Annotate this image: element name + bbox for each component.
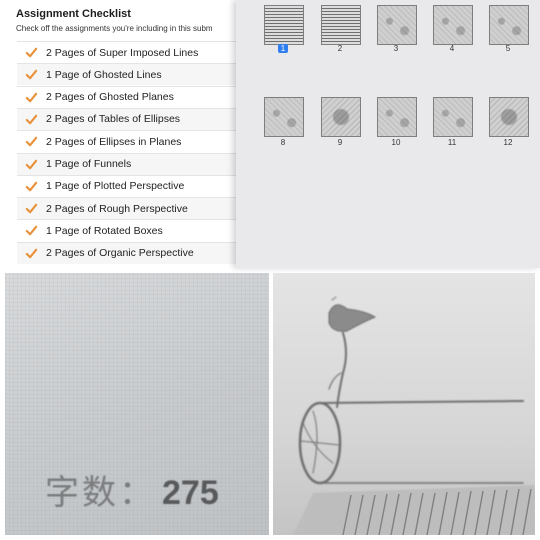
checkmark-icon[interactable] — [25, 247, 38, 260]
checklist-item-label: 2 Pages of Rough Perspective — [46, 202, 188, 215]
page-number-text: 3 — [393, 44, 399, 53]
checkmark-icon[interactable] — [25, 158, 38, 171]
page-thumbnail[interactable] — [264, 97, 304, 137]
checklist-item[interactable]: 1 Page of Plotted Perspective — [17, 174, 236, 197]
checklist-item-label: 1 Page of Plotted Perspective — [46, 180, 185, 193]
checklist-item-label: 1 Page of Funnels — [46, 158, 132, 170]
bird-shape — [328, 304, 377, 332]
page-thumbnail[interactable] — [264, 5, 304, 45]
page-thumbnail-grid: 1 2 3 4 5 8 9 10 11 12 — [236, 0, 540, 268]
checklist-title: Assignment Checklist — [16, 8, 131, 20]
checkmark-icon[interactable] — [25, 46, 38, 59]
page-number-text: 8 — [280, 138, 286, 147]
pencil-sketch-drawing — [293, 296, 535, 535]
page-number-text: 1 — [277, 44, 289, 53]
page-thumbnail[interactable] — [489, 5, 529, 45]
checkmark-icon[interactable] — [25, 180, 38, 193]
page-thumbnail[interactable] — [433, 5, 473, 45]
checklist-item[interactable]: 2 Pages of Ghosted Planes — [17, 85, 236, 108]
assignment-checklist-panel: Assignment Checklist Check off the assig… — [0, 0, 236, 268]
page-number-label: 10 — [377, 138, 415, 147]
page-number-text: 5 — [505, 44, 511, 53]
page-thumbnail[interactable] — [433, 97, 473, 137]
page-number-text: 4 — [449, 44, 455, 53]
checklist-item-label: 2 Pages of Super Imposed Lines — [46, 46, 199, 59]
checklist-item[interactable]: 2 Pages of Super Imposed Lines — [17, 41, 236, 63]
page-number-text: 2 — [337, 44, 343, 53]
page-number-label: 5 — [489, 44, 527, 53]
page-number-label: 12 — [489, 138, 527, 147]
page-number-label: 9 — [321, 138, 359, 147]
checklist-item-label: 1 Page of Ghosted Lines — [46, 68, 162, 81]
checkmark-icon[interactable] — [25, 113, 38, 126]
checklist-item-label: 2 Pages of Ghosted Planes — [46, 91, 174, 104]
page-thumbnail[interactable] — [377, 97, 417, 137]
checklist-item-label: 2 Pages of Tables of Ellipses — [46, 113, 181, 126]
page-number-label: 2 — [321, 44, 359, 53]
word-count-label: 字数： — [45, 473, 156, 513]
checklist-item-label: 2 Pages of Ellipses in Planes — [46, 135, 182, 148]
checkmark-icon[interactable] — [25, 135, 38, 148]
checklist-item-label: 2 Pages of Organic Perspective — [46, 247, 194, 260]
checklist-item[interactable]: 1 Page of Rotated Boxes — [17, 219, 236, 241]
page-number-label: 11 — [433, 138, 471, 147]
checkmark-icon[interactable] — [25, 91, 38, 104]
checkmark-icon[interactable] — [25, 68, 38, 81]
checklist-item-label: 1 Page of Rotated Boxes — [46, 224, 163, 237]
page-number-label: 4 — [433, 44, 471, 53]
checkmark-icon[interactable] — [25, 224, 38, 237]
checklist-item[interactable]: 2 Pages of Organic Perspective — [17, 241, 236, 264]
page-thumbnail[interactable] — [489, 97, 529, 137]
page-thumbnail[interactable] — [321, 5, 361, 45]
checkmark-icon[interactable] — [25, 202, 38, 215]
page-thumbnail[interactable] — [377, 5, 417, 45]
word-count-photo: 字数： 275 — [5, 273, 269, 535]
page-number-text: 9 — [337, 138, 343, 147]
page-number-label: 1 — [264, 44, 302, 53]
page-number-text: 12 — [503, 138, 513, 147]
checklist-item[interactable]: 2 Pages of Rough Perspective — [17, 197, 236, 220]
checklist-item[interactable]: 2 Pages of Ellipses in Planes — [17, 130, 236, 152]
checklist-subtitle: Check off the assignments you're includi… — [16, 24, 213, 33]
page-number-text: 10 — [391, 138, 401, 147]
word-count-value: 275 — [162, 474, 219, 512]
page-number-label: 8 — [264, 138, 302, 147]
sketch-photo — [273, 273, 535, 535]
page-number-label: 3 — [377, 44, 415, 53]
page-number-text: 11 — [447, 138, 457, 147]
checklist-item[interactable]: 1 Page of Funnels — [17, 152, 236, 175]
checklist-item[interactable]: 1 Page of Ghosted Lines — [17, 63, 236, 86]
page-thumbnail[interactable] — [321, 97, 361, 137]
checklist-item[interactable]: 2 Pages of Tables of Ellipses — [17, 107, 236, 130]
word-count-readout: 字数： 275 — [45, 465, 219, 514]
